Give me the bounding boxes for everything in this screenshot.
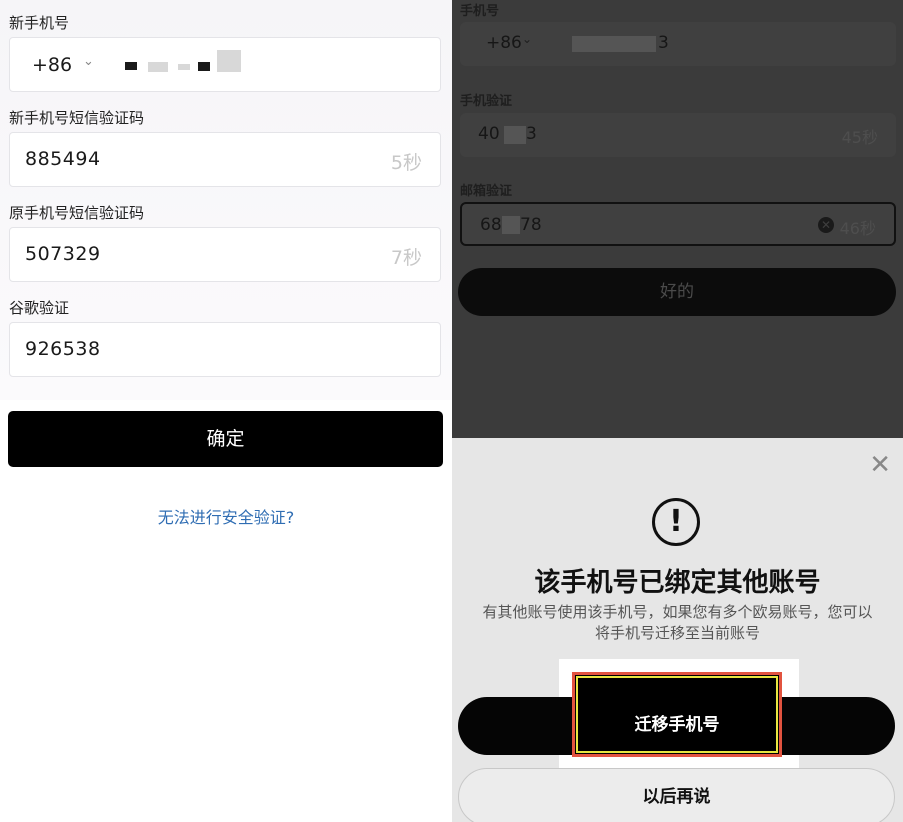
new-phone-label: 新手机号: [9, 14, 70, 32]
redacted-block: [178, 64, 190, 70]
new-sms-code-value: 885494: [25, 148, 101, 170]
email-verify-timer: 46秒: [839, 219, 876, 238]
google-auth-field[interactable]: 926538: [9, 322, 441, 377]
bottom-sheet: ✕ ! 该手机号已绑定其他账号 有其他账号使用该手机号，如果您有多个欧易账号，您…: [452, 438, 903, 822]
old-sms-code-value: 507329: [25, 243, 101, 265]
redacted-block: [504, 126, 526, 144]
phone-field[interactable]: +86 ⌄ 3: [460, 22, 896, 66]
new-phone-field[interactable]: +86 ⌄: [9, 37, 441, 92]
google-auth-label: 谷歌验证: [9, 299, 70, 317]
close-icon[interactable]: ✕: [869, 452, 891, 478]
old-sms-code-field[interactable]: 507329 7秒: [9, 227, 441, 282]
redacted-block: [198, 62, 210, 71]
redacted-block: [502, 216, 520, 234]
migrate-phone-label: 迁移手机号: [634, 715, 720, 735]
phone-label: 手机号: [460, 4, 500, 19]
cant-verify-link[interactable]: 无法进行安全验证?: [0, 504, 452, 528]
email-verify-tail: 78: [520, 215, 542, 235]
chevron-down-icon[interactable]: ⌄: [522, 32, 532, 46]
google-auth-value: 926538: [25, 338, 101, 360]
sheet-title: 该手机号已绑定其他账号: [534, 568, 821, 598]
phone-verify-tail: 3: [526, 124, 537, 144]
later-button[interactable]: 以后再说: [458, 768, 895, 822]
migrate-phone-button[interactable]: 迁移手机号: [572, 672, 782, 757]
screenshot-stage: 新手机号 +86 ⌄ 新手机号短信验证码 885494 5秒 原手机号短信验证码…: [0, 0, 903, 822]
redacted-block: [217, 50, 241, 72]
confirm-button[interactable]: 确定: [8, 411, 443, 467]
country-code[interactable]: +86: [32, 54, 72, 76]
phone-verify-field[interactable]: 40 3 45秒: [460, 113, 896, 157]
redacted-block: [148, 62, 168, 72]
redacted-block: [125, 62, 137, 70]
new-sms-timer: 5秒: [390, 152, 422, 174]
new-sms-code-field[interactable]: 885494 5秒: [9, 132, 441, 187]
email-verify-field[interactable]: 68 78 ✕ 46秒: [460, 202, 896, 246]
sheet-description: 有其他账号使用该手机号，如果您有多个欧易账号，您可以将手机号迁移至当前账号: [482, 603, 873, 642]
email-verify-label: 邮箱验证: [460, 184, 513, 199]
old-sms-timer: 7秒: [390, 247, 422, 269]
old-sms-label: 原手机号短信验证码: [9, 204, 145, 222]
phone-tail: 3: [658, 33, 669, 53]
right-panel: 手机号 +86 ⌄ 3 手机验证 40 3 45秒 邮箱验证 68 78 ✕ 4…: [452, 0, 903, 822]
phone-verify-value: 40: [478, 124, 500, 144]
phone-verify-label: 手机验证: [460, 94, 513, 109]
email-verify-value: 68: [480, 215, 502, 235]
alert-icon: !: [652, 498, 700, 546]
left-panel: 新手机号 +86 ⌄ 新手机号短信验证码 885494 5秒 原手机号短信验证码…: [0, 0, 452, 822]
clear-icon[interactable]: ✕: [818, 217, 834, 233]
new-sms-label: 新手机号短信验证码: [9, 109, 145, 127]
chevron-down-icon[interactable]: ⌄: [83, 54, 94, 69]
country-code[interactable]: +86: [486, 33, 522, 53]
phone-verify-timer: 45秒: [841, 128, 878, 147]
redacted-block: [572, 36, 656, 52]
ok-button[interactable]: 好的: [458, 268, 896, 316]
